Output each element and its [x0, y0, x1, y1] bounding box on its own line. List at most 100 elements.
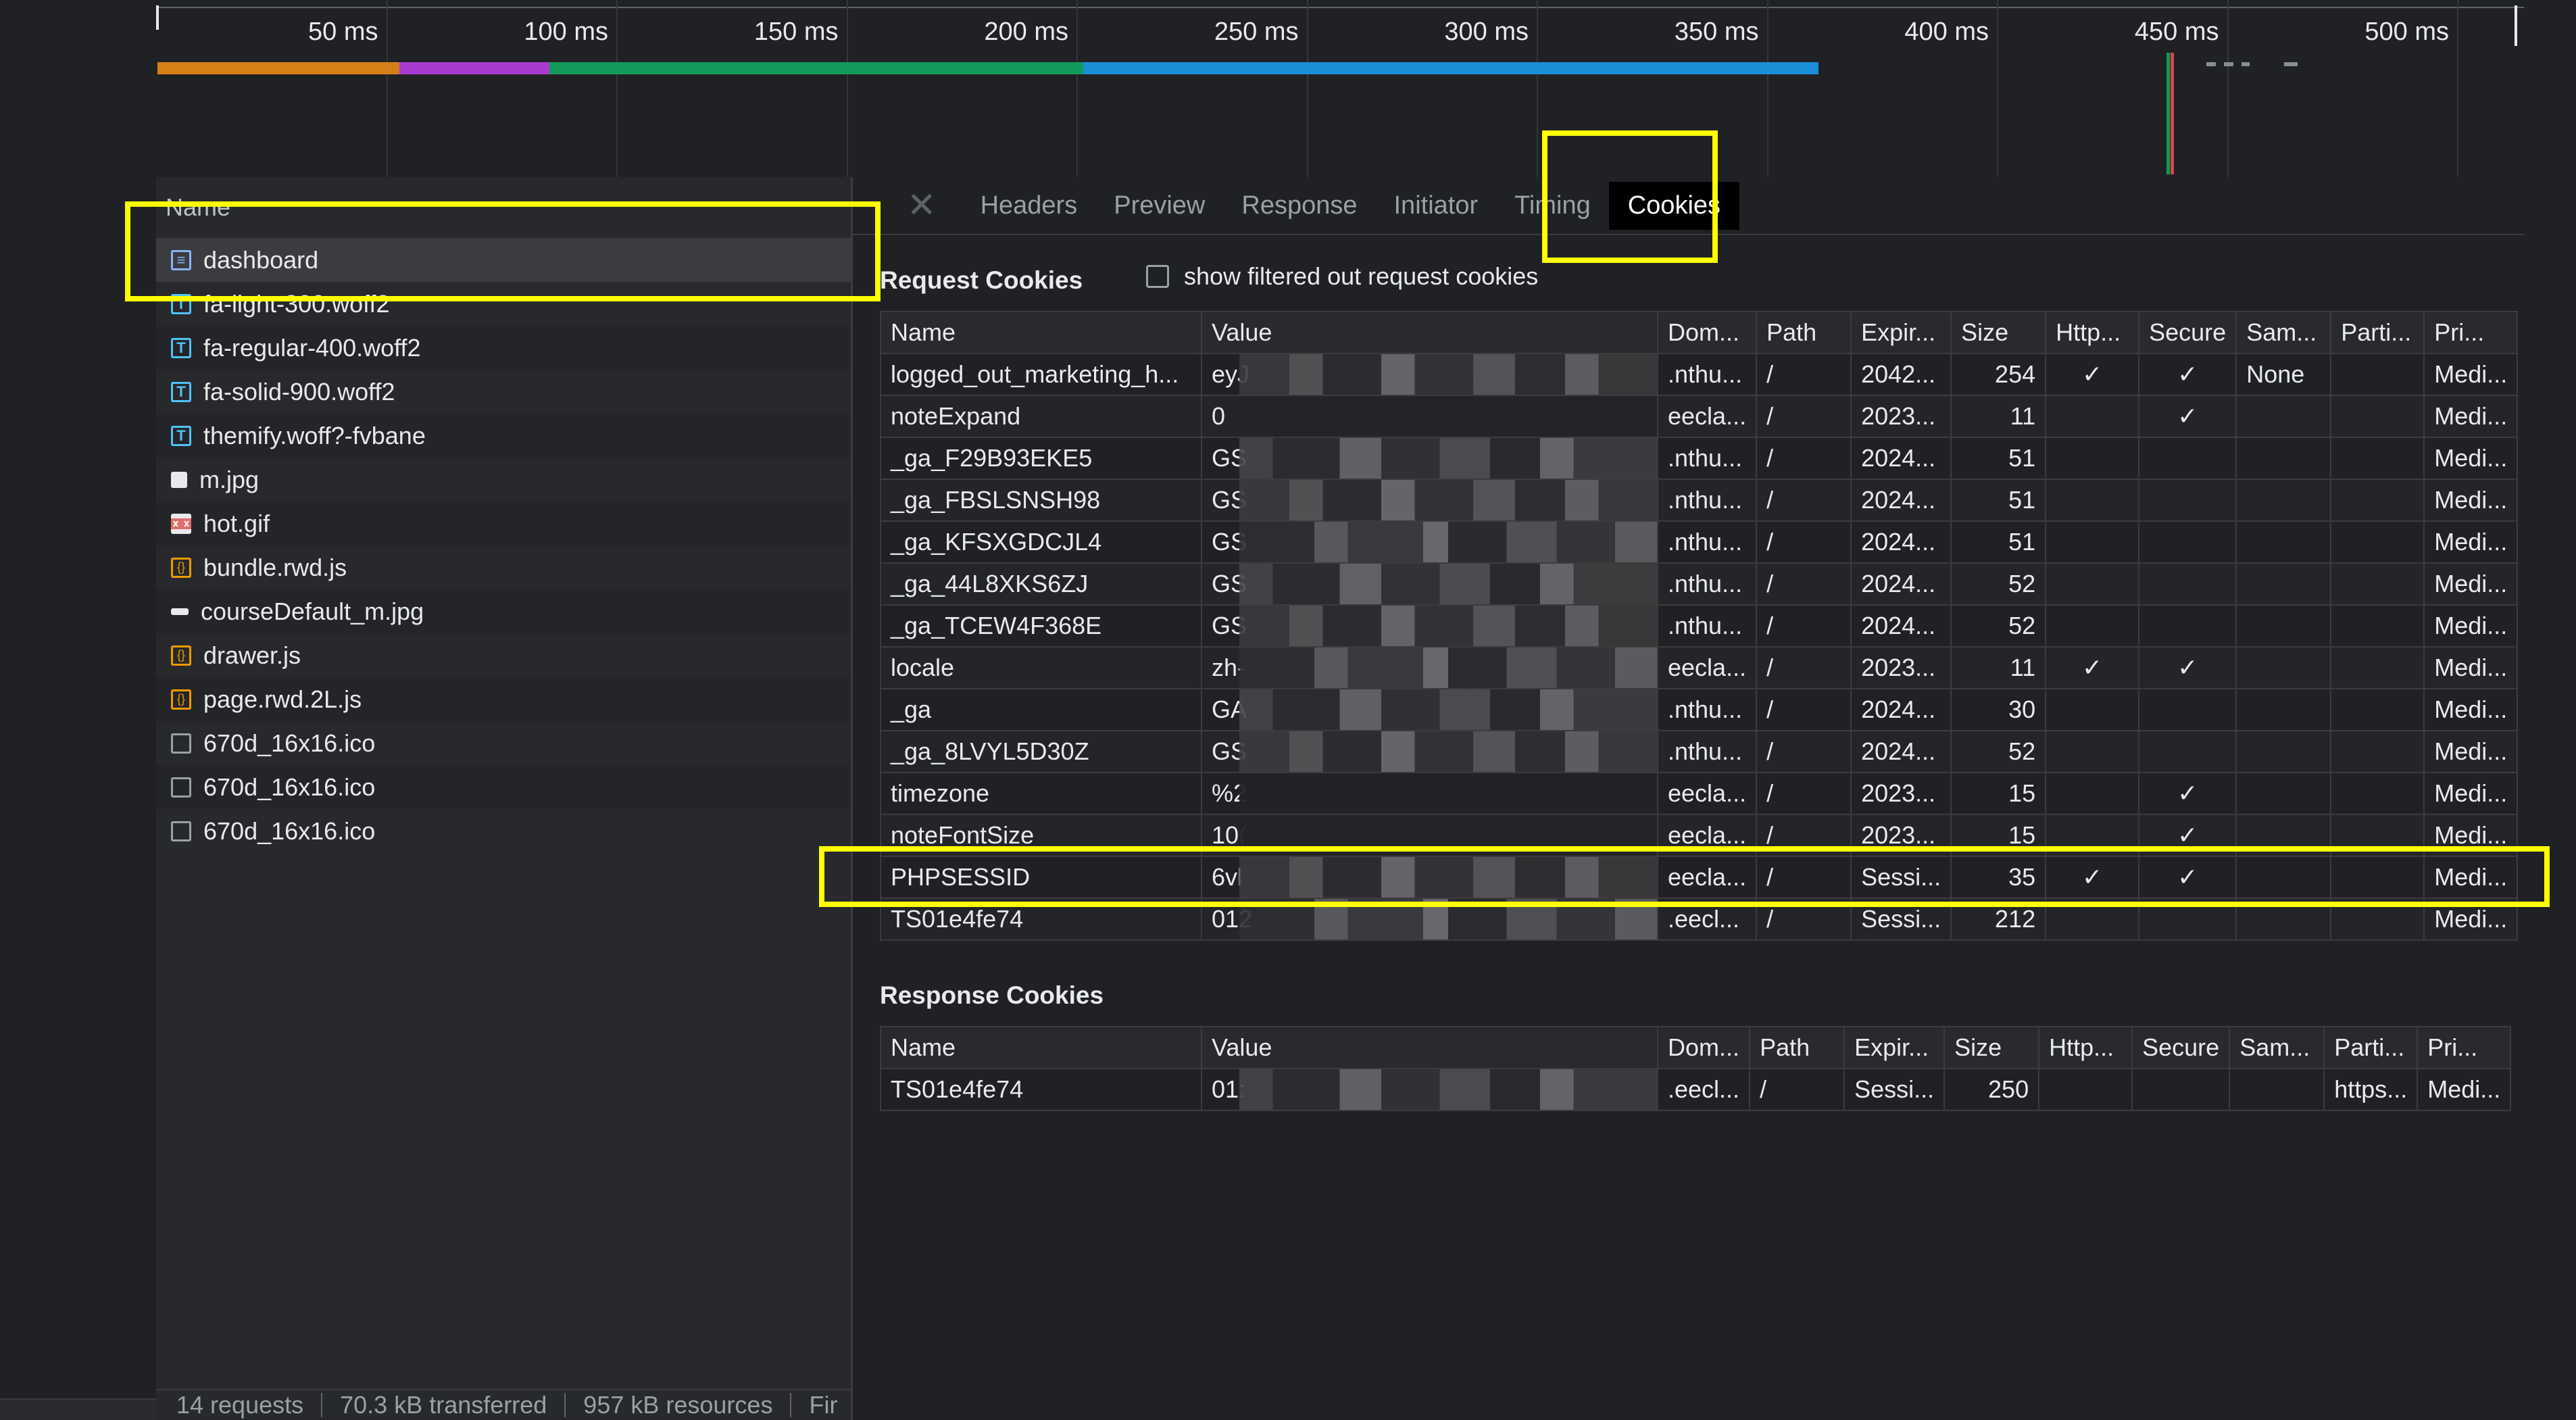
cookie-samesite [2235, 479, 2332, 522]
column-header[interactable]: Value [1201, 311, 1658, 354]
tab-preview[interactable]: Preview [1095, 191, 1223, 220]
column-header[interactable]: Secure [2131, 1026, 2231, 1069]
column-header[interactable]: Sam... [2229, 1026, 2325, 1069]
cookie-row[interactable]: locale zh-eecla.../2023... 11 ✓ ✓ Medi... [880, 646, 2519, 689]
network-timeline-overview[interactable]: 50 ms 100 ms 150 ms 200 ms 250 ms 300 ms 350 m… [156, 0, 2524, 178]
cookie-row[interactable]: noteExpand 0 eecla.../2023... 11 ✓ Medi... [880, 395, 2519, 438]
request-name: m.jpg [199, 465, 259, 493]
cookie-row[interactable]: noteFontSize 10(eecla.../2023... 15 ✓ Medi..… [880, 814, 2519, 857]
request-row[interactable]: {} bundle.rwd.js [156, 545, 851, 589]
cookie-name: noteExpand [880, 395, 1202, 438]
request-row[interactable]: {} page.rwd.2L.js [156, 677, 851, 721]
checkbox-icon[interactable] [1146, 265, 1169, 288]
column-header[interactable]: Parti... [2330, 311, 2425, 354]
column-header[interactable]: Value [1201, 1026, 1658, 1069]
column-header[interactable]: Secure [2138, 311, 2237, 354]
cookie-expires: 2023... [1850, 814, 1952, 857]
cookie-row[interactable]: _ga_44L8XKS6ZJ GS .nthu.../2024... 52 Medi..… [880, 562, 2519, 606]
cookie-partition [2330, 604, 2425, 647]
tab-response[interactable]: Response [1223, 191, 1375, 220]
tab-timing[interactable]: Timing [1496, 191, 1609, 220]
request-row[interactable]: 670d_16x16.ico [156, 809, 851, 853]
column-header[interactable]: Pri... [2417, 1026, 2512, 1069]
request-row[interactable]: {} drawer.js [156, 633, 851, 677]
image-icon [171, 471, 187, 488]
column-header[interactable]: Dom... [1656, 1026, 1751, 1069]
cookie-httponly [2045, 562, 2140, 606]
cookie-name: _ga_F29B93EKE5 [880, 437, 1202, 480]
cookie-row[interactable]: logged_out_marketing_h... eyJ .nthu.../204… [880, 353, 2519, 396]
cookie-value: GS [1201, 562, 1658, 606]
column-header[interactable]: Size [1943, 1026, 2040, 1069]
request-row[interactable]: ≡ dashboard [156, 238, 851, 282]
cookie-name: noteFontSize [880, 814, 1202, 857]
devtools-left-gutter [0, 0, 156, 1420]
gutter-status [0, 1398, 156, 1420]
request-row[interactable]: m.jpg [156, 458, 851, 501]
request-name: drawer.js [203, 641, 301, 669]
request-list-pane: Name ≡ dashboard Tfa-light-300.woff2 Tfa-re… [156, 177, 853, 1420]
column-header[interactable]: Size [1950, 311, 2047, 354]
column-header[interactable]: Path [1756, 311, 1852, 354]
cookie-row[interactable]: TS01e4fe74 012 .eecl... / Sessi... 212 Medi... [880, 898, 2519, 941]
cookie-name: _ga_TCEW4F368E [880, 604, 1202, 647]
cookie-row[interactable]: _ga GA .nthu.../2024... 30 Medi... [880, 688, 2519, 731]
column-header[interactable]: Http... [2038, 1026, 2133, 1069]
request-name: fa-solid-900.woff2 [203, 377, 395, 406]
cookie-path: / [1756, 479, 1852, 522]
finish-time: Fir [809, 1391, 838, 1419]
cookie-row[interactable]: timezone %2 eecla.../2023... 15 ✓ Medi... [880, 772, 2519, 815]
column-header[interactable]: Path [1749, 1026, 1846, 1069]
request-row[interactable]: Tthemify.woff?-fvbane [156, 414, 851, 458]
column-header[interactable]: Name [880, 311, 1202, 354]
tab-headers[interactable]: Headers [962, 191, 1096, 220]
cookie-path: / [1756, 353, 1852, 396]
cookie-row[interactable]: _ga_KFSXGDCJL4 GS .nthu.../2024... 51 Medi..… [880, 520, 2519, 564]
cookie-partition [2330, 395, 2425, 438]
column-header[interactable]: Pri... [2423, 311, 2519, 354]
column-header[interactable]: Expir... [1843, 1026, 1946, 1069]
cookie-priority: Medi... [2423, 479, 2519, 522]
ico-icon [171, 733, 191, 754]
column-header[interactable]: Sam... [2235, 311, 2332, 354]
redacted-value-overlay [1239, 858, 1656, 897]
cookie-row[interactable]: PHPSESSID 6vl eecla... / Sessi... 35 ✓ ✓ Medi... [880, 856, 2519, 899]
cookie-partition [2330, 730, 2425, 773]
column-header[interactable]: Name [880, 1026, 1202, 1069]
name-column-header[interactable]: Name [166, 193, 230, 222]
request-row[interactable]: Tfa-light-300.woff2 [156, 282, 851, 326]
cookie-domain: .nthu... [1656, 730, 1758, 773]
cookie-row[interactable]: _ga_TCEW4F368E GS .nthu.../2024... 52 Medi..… [880, 604, 2519, 647]
cookie-row[interactable]: _ga_F29B93EKE5 GS .nthu.../2024... 51 Medi..… [880, 437, 2519, 480]
timeline-bar-blue [1083, 62, 1818, 74]
cookie-value: 0 [1201, 395, 1658, 438]
column-header[interactable]: Expir... [1850, 311, 1952, 354]
request-row[interactable]: 670d_16x16.ico [156, 721, 851, 765]
timeline-gridline [1306, 0, 1308, 177]
cookie-httponly: ✓ [2045, 856, 2140, 899]
image-icon [171, 608, 189, 615]
column-header[interactable]: Http... [2045, 311, 2140, 354]
script-icon: {} [171, 645, 191, 666]
request-name: hot.gif [203, 509, 270, 537]
redacted-value-overlay [1239, 690, 1656, 729]
cookie-domain: .nthu... [1656, 353, 1758, 396]
request-row[interactable]: Tfa-regular-400.woff2 [156, 326, 851, 370]
tab-cookies[interactable]: Cookies [1608, 181, 1740, 230]
request-row[interactable]: 670d_16x16.ico [156, 765, 851, 809]
request-row[interactable]: hot.gif [156, 501, 851, 545]
request-row[interactable]: Tfa-solid-900.woff2 [156, 370, 851, 414]
cookie-row[interactable]: _ga_FBSLSNSH98 GS .nthu.../2024... 51 Medi..… [880, 479, 2519, 522]
close-icon[interactable]: ✕ [880, 185, 962, 226]
request-name: courseDefault_m.jpg [201, 597, 424, 625]
cookie-partition: https... [2323, 1068, 2419, 1111]
request-row[interactable]: courseDefault_m.jpg [156, 589, 851, 633]
show-filtered-cookies-toggle[interactable]: show filtered out request cookies [1146, 262, 1538, 291]
column-header[interactable]: Parti... [2323, 1026, 2419, 1069]
redacted-value-overlay [1239, 816, 1656, 855]
cookie-row[interactable]: _ga_8LVYL5D30Z GS .nthu.../2024... 52 Medi..… [880, 730, 2519, 773]
tab-initiator[interactable]: Initiator [1376, 191, 1497, 220]
cookie-row[interactable]: TS01e4fe74 01: .eecl... / Sessi... 250 https..… [880, 1068, 2512, 1111]
cookie-secure: ✓ [2138, 646, 2237, 689]
column-header[interactable]: Dom... [1656, 311, 1758, 354]
